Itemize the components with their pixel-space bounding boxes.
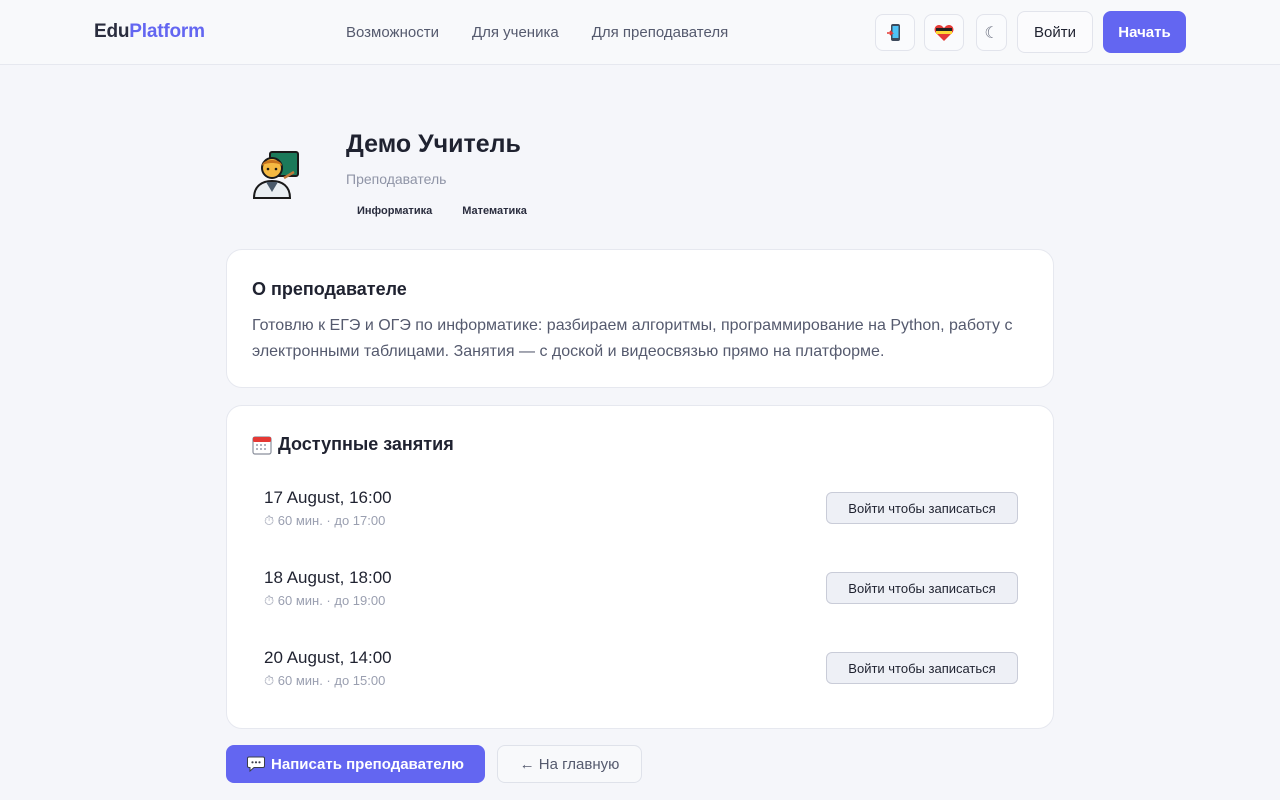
lesson-slot: 17 August, 16:00 ⏱ 60 мин. · до 17:00 Во… — [264, 488, 1018, 532]
subject-tag: Математика — [462, 205, 527, 217]
login-to-book-button[interactable]: Войти чтобы записаться — [826, 492, 1018, 524]
slot-date: 17 August, 16:00 — [264, 488, 392, 507]
login-to-book-button[interactable]: Войти чтобы записаться — [826, 652, 1018, 684]
mobile-phone-icon — [887, 23, 900, 41]
logo[interactable]: EduPlatform — [94, 21, 205, 43]
nav-link-teachers[interactable]: Для преподавателя — [592, 24, 728, 41]
nav-link-students[interactable]: Для ученика — [472, 24, 559, 41]
moon-icon: ☾ — [984, 24, 999, 42]
about-card: О преподавателе Готовлю к ЕГЭ и ОГЭ по и… — [226, 249, 1054, 388]
nav-link-features[interactable]: Возможности — [346, 24, 439, 41]
slot-duration: ⏱ 60 мин. · до 15:00 — [264, 673, 386, 688]
theme-toggle-button[interactable]: ☾ — [976, 14, 1007, 51]
teacher-icon — [252, 151, 299, 199]
top-navbar: EduPlatform Возможности Для ученика Для … — [0, 0, 1280, 65]
subject-tags: Информатика Математика — [346, 203, 546, 219]
about-title: О преподавателе — [252, 279, 407, 299]
heart-icon — [934, 24, 954, 41]
slot-duration: ⏱ 60 мин. · до 19:00 — [264, 593, 386, 608]
teacher-name: Демо Учитель — [346, 130, 521, 158]
calendar-icon — [252, 435, 272, 455]
about-text: Готовлю к ЕГЭ и ОГЭ по информатике: разб… — [252, 317, 1013, 360]
lessons-title-row: Доступные занятия — [252, 434, 454, 455]
message-teacher-label: Написать преподавателю — [271, 755, 464, 773]
mobile-app-button[interactable] — [875, 14, 915, 51]
slot-duration: ⏱ 60 мин. · до 17:00 — [264, 513, 386, 528]
slot-date: 20 August, 14:00 — [264, 648, 392, 667]
main-nav: Возможности Для ученика Для преподавател… — [346, 24, 728, 41]
login-button[interactable]: Войти — [1017, 11, 1093, 53]
lessons-title: Доступные занятия — [278, 434, 454, 454]
subject-tag: Информатика — [357, 205, 433, 217]
slot-date: 18 August, 18:00 — [264, 568, 392, 587]
speech-bubble-icon — [247, 756, 266, 772]
available-lessons-card: Доступные занятия 17 August, 16:00 ⏱ 60 … — [226, 405, 1054, 729]
message-teacher-button[interactable]: Написать преподавателю — [226, 745, 485, 783]
lesson-slot: 18 August, 18:00 ⏱ 60 мин. · до 19:00 Во… — [264, 568, 1018, 612]
lesson-slot: 20 August, 14:00 ⏱ 60 мин. · до 15:00 Во… — [264, 648, 1018, 692]
login-to-book-button[interactable]: Войти чтобы записаться — [826, 572, 1018, 604]
teacher-avatar — [248, 148, 304, 204]
language-button[interactable] — [924, 14, 964, 51]
start-button[interactable]: Начать — [1103, 11, 1186, 53]
teacher-role: Преподаватель — [346, 171, 447, 187]
back-home-button[interactable]: ← На главную — [497, 745, 642, 783]
